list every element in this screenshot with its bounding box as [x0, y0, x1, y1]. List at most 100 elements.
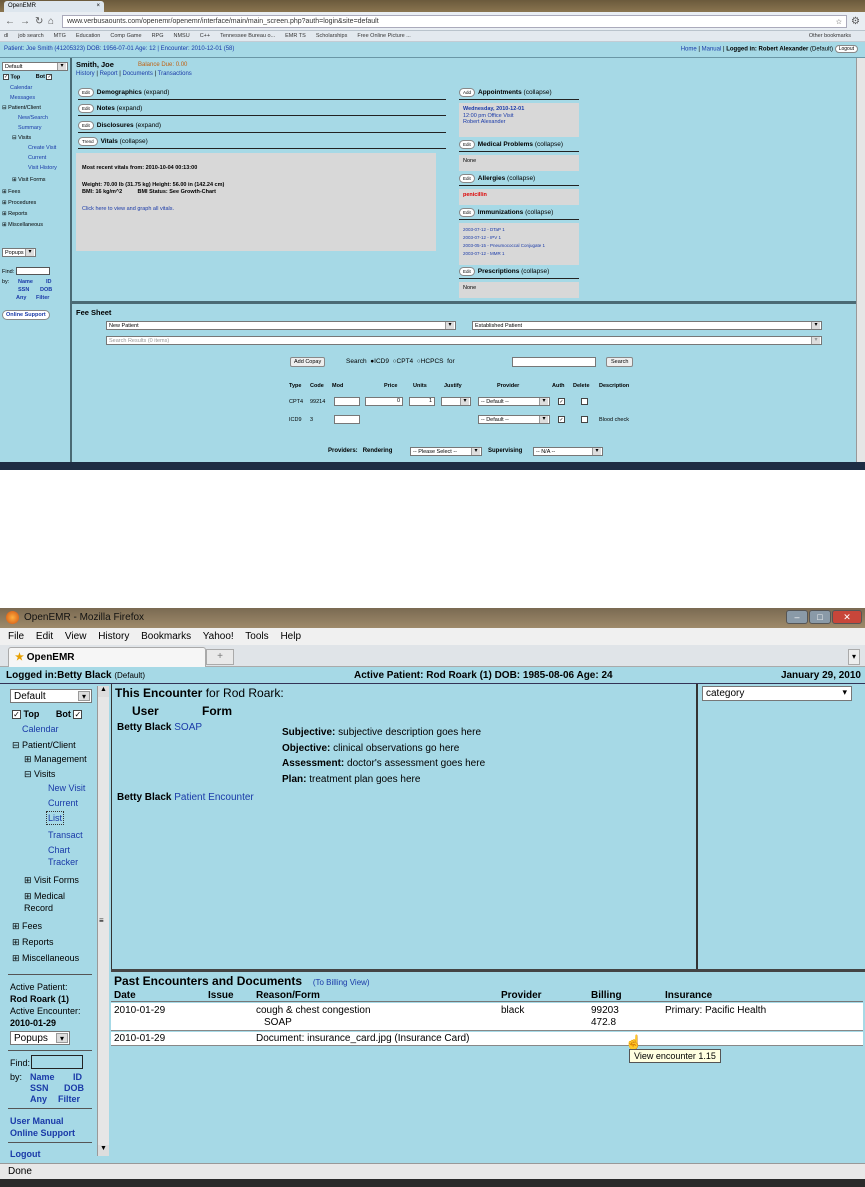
bookmark-item[interactable]: Tennessee Bureau o...: [220, 33, 275, 39]
nav-fees[interactable]: ⊞ Fees: [2, 189, 20, 195]
logout-link[interactable]: Logout: [10, 1148, 41, 1160]
provider-select[interactable]: -- Default --: [478, 397, 550, 406]
history-link[interactable]: History: [76, 71, 95, 77]
maximize-icon[interactable]: □: [809, 610, 831, 624]
popups-select[interactable]: Popups ▾: [10, 1031, 70, 1045]
nav-transact[interactable]: Transact: [48, 829, 83, 841]
collapse-toggle[interactable]: (collapse): [521, 268, 549, 275]
bookmark-item[interactable]: Scholarships: [316, 33, 348, 39]
bot-checkbox[interactable]: ✓: [73, 710, 83, 720]
find-by-id[interactable]: ID: [46, 279, 52, 285]
nav-miscellaneous[interactable]: ⊞ Miscellaneous: [12, 952, 79, 964]
nav-messages[interactable]: Messages: [10, 95, 35, 101]
nav-scrollbar[interactable]: ▲ ≡ ▼: [97, 686, 109, 1156]
edit-button[interactable]: Edit: [459, 140, 475, 149]
expand-toggle[interactable]: (expand): [135, 122, 161, 129]
nav-visit-history[interactable]: Visit History: [28, 165, 57, 171]
edit-button[interactable]: Edit: [78, 104, 94, 113]
patient-encounter-link[interactable]: Patient Encounter: [174, 792, 254, 803]
scroll-grip-icon[interactable]: ≡: [99, 916, 104, 925]
report-link[interactable]: Report: [100, 71, 118, 77]
menu-edit[interactable]: Edit: [36, 631, 53, 642]
bookmark-item[interactable]: NMSU: [173, 33, 189, 39]
immunization-item[interactable]: 2003-07-12 - MMR 1: [463, 250, 575, 258]
transactions-link[interactable]: Transactions: [158, 71, 192, 77]
collapse-toggle[interactable]: (collapse): [507, 175, 535, 182]
nav-chart-tracker[interactable]: Chart Tracker: [48, 844, 88, 868]
graph-vitals-link[interactable]: Click here to view and graph all vitals.: [82, 206, 430, 214]
auth-checkbox[interactable]: ✓: [558, 398, 565, 405]
find-input[interactable]: [31, 1055, 83, 1069]
expand-toggle[interactable]: (expand): [144, 89, 170, 96]
table-row[interactable]: 2010-01-29 Document: insurance_card.jpg …: [111, 1032, 863, 1046]
bookmark-item[interactable]: MTG: [54, 33, 66, 39]
home-icon[interactable]: ⌂: [48, 16, 54, 27]
price-input[interactable]: 0: [365, 397, 403, 406]
nav-procedures[interactable]: ⊞ Procedures: [2, 200, 36, 206]
appointment-provider[interactable]: Robert Alexander: [463, 119, 575, 126]
nav-miscellaneous[interactable]: ⊞ Miscellaneous: [2, 222, 43, 228]
nav-mode-select[interactable]: Default: [2, 62, 68, 71]
menu-tools[interactable]: Tools: [245, 631, 268, 642]
nav-visits[interactable]: ⊟ Visits: [12, 135, 31, 141]
find-by-dob[interactable]: DOB: [40, 287, 52, 293]
trend-button[interactable]: Trend: [78, 137, 98, 146]
nav-list[interactable]: List: [46, 811, 65, 825]
nav-fees[interactable]: ⊞ Fees: [12, 920, 42, 932]
top-checkbox[interactable]: ✓: [12, 710, 21, 720]
bookmark-item[interactable]: C++: [200, 33, 210, 39]
nav-calendar[interactable]: Calendar: [22, 723, 59, 735]
popups-select[interactable]: Popups: [2, 248, 36, 257]
top-checkbox[interactable]: ✓: [3, 74, 9, 80]
find-any[interactable]: Any: [16, 295, 26, 301]
menu-history[interactable]: History: [98, 631, 129, 642]
collapse-toggle[interactable]: (collapse): [535, 141, 563, 148]
find-filter[interactable]: Filter: [36, 295, 49, 301]
new-tab-button[interactable]: +: [206, 649, 234, 665]
collapse-toggle[interactable]: (collapse): [120, 138, 148, 145]
nav-current[interactable]: Current: [28, 155, 46, 161]
manual-link[interactable]: Manual: [702, 47, 722, 53]
delete-checkbox[interactable]: [581, 416, 588, 423]
nav-patient-client[interactable]: ⊟ Patient/Client: [12, 739, 76, 751]
nav-mode-select[interactable]: Default ▾: [10, 689, 92, 703]
bookmark-item[interactable]: Free Online Picture ...: [357, 33, 411, 39]
table-row[interactable]: 2010-01-29 cough & chest congestion SOAP…: [111, 1003, 863, 1031]
billing-view-link[interactable]: (To Billing View): [313, 978, 370, 987]
bookmark-item[interactable]: EMR TS: [285, 33, 306, 39]
online-support-link[interactable]: Online Support: [10, 1127, 75, 1139]
supervising-select[interactable]: -- N/A --: [533, 447, 603, 456]
nav-patient-client[interactable]: ⊟ Patient/Client: [2, 105, 41, 111]
bot-checkbox[interactable]: ✓: [46, 74, 53, 80]
mod-input[interactable]: [334, 397, 360, 406]
home-link[interactable]: Home: [681, 47, 697, 53]
nav-summary[interactable]: Summary: [18, 125, 42, 131]
minimize-icon[interactable]: –: [786, 610, 808, 624]
nav-calendar[interactable]: Calendar: [10, 85, 32, 91]
tab-list-icon[interactable]: ▾: [848, 649, 860, 665]
edit-button[interactable]: Edit: [459, 208, 475, 217]
user-manual-link[interactable]: User Manual: [10, 1115, 64, 1127]
wrench-icon[interactable]: ⚙: [851, 16, 860, 27]
bookmark-item[interactable]: job search: [18, 33, 43, 39]
bookmark-item[interactable]: Comp Game: [110, 33, 141, 39]
star-icon[interactable]: ☆: [836, 18, 842, 26]
nav-reports[interactable]: ⊞ Reports: [2, 211, 27, 217]
expand-toggle[interactable]: (expand): [117, 105, 143, 112]
add-copay-button[interactable]: Add Copay: [290, 357, 326, 367]
code-search-input[interactable]: [512, 357, 596, 367]
find-by-name[interactable]: Name: [18, 279, 33, 285]
browser-tab[interactable]: ★ OpenEMR: [8, 647, 206, 667]
soap-link[interactable]: SOAP: [174, 722, 202, 733]
search-results-select[interactable]: Search Results (0 items): [106, 336, 822, 345]
scroll-down-icon[interactable]: ▼: [98, 1145, 109, 1156]
immunization-item[interactable]: 2003-07-12 - DTaP 1: [463, 226, 575, 234]
edit-button[interactable]: Edit: [459, 267, 475, 276]
forward-icon[interactable]: →: [20, 16, 30, 27]
add-button[interactable]: Add: [459, 88, 476, 97]
nav-new-search[interactable]: New/Search: [18, 115, 48, 121]
find-filter[interactable]: Filter: [58, 1093, 80, 1105]
nav-new-visit[interactable]: New Visit: [48, 782, 85, 794]
immunization-item[interactable]: 2003-07-12 - IPV 1: [463, 234, 575, 242]
back-icon[interactable]: ←: [5, 16, 15, 27]
